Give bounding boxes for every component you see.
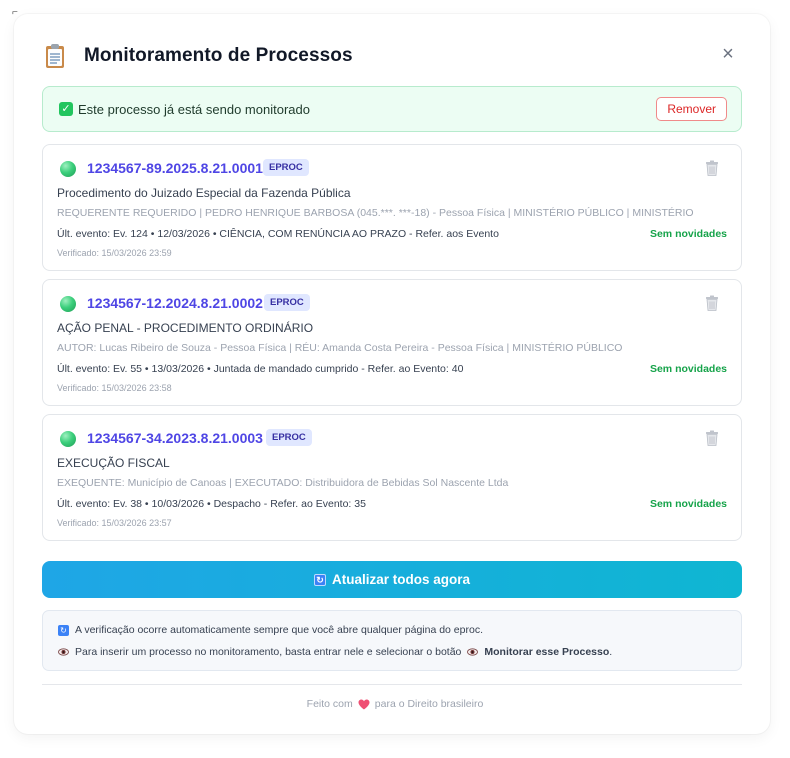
verified-timestamp: Verificado: 15/03/2026 23:59 [57,248,172,258]
info-howto-suffix: . [609,646,613,658]
info-box: ↻ A verificação ocorre automaticamente s… [42,610,742,671]
info-howto-text: Para inserir um processo no monitorament… [75,646,462,658]
last-event: Últ. evento: Ev. 38 • 10/03/2026 • Despa… [57,498,366,510]
banner-text: Este processo já está sendo monitorado [78,101,310,117]
system-badge: EPROC [266,429,312,446]
system-badge: EPROC [263,159,309,176]
footer: Feito com para o Direito brasileiro [0,698,790,710]
process-card: 1234567-34.2023.8.21.0003 EPROC EXECUÇÃO… [42,414,742,541]
check-icon: ✓ [59,102,73,116]
footer-prefix: Feito com [306,698,353,710]
process-card: 1234567-89.2025.8.21.0001 EPROC Procedim… [42,144,742,271]
process-parties: REQUERENTE REQUERIDO | PEDRO HENRIQUE BA… [57,207,697,219]
last-event: Últ. evento: Ev. 55 • 13/03/2026 • Junta… [57,363,464,375]
process-class: Procedimento do Juizado Especial da Faze… [57,186,351,200]
clipboard-icon [44,43,66,69]
footer-divider [42,684,742,685]
last-event: Últ. evento: Ev. 124 • 12/03/2026 • CIÊN… [57,228,499,240]
remove-button[interactable]: Remover [656,97,727,121]
trash-icon[interactable] [703,294,721,312]
eye-icon [467,648,479,656]
panel-header: Monitoramento de Processos × [44,40,746,72]
heart-icon [358,699,370,709]
eye-icon [58,648,69,656]
status-dot-icon [60,161,76,177]
info-row-howto: Para inserir um processo no monitorament… [58,646,612,658]
close-button[interactable]: × [718,42,738,66]
status-label: Sem novidades [649,363,727,375]
process-parties: EXEQUENTE: Município de Canoas | EXECUTA… [57,477,509,489]
monitored-banner: ✓ Este processo já está sendo monitorado… [42,86,742,132]
process-card: 1234567-12.2024.8.21.0002 EPROC AÇÃO PEN… [42,279,742,406]
footer-suffix: para o Direito brasileiro [374,698,484,710]
trash-icon[interactable] [703,429,721,447]
verified-timestamp: Verificado: 15/03/2026 23:58 [57,383,172,393]
process-number-link[interactable]: 1234567-34.2023.8.21.0003 [87,430,263,446]
update-all-label: Atualizar todos agora [331,572,471,587]
process-class: EXECUÇÃO FISCAL [57,456,170,470]
info-row-auto: ↻ A verificação ocorre automaticamente s… [58,624,483,636]
trash-icon[interactable] [703,159,721,177]
process-number-link[interactable]: 1234567-12.2024.8.21.0002 [87,295,263,311]
monitor-button-reference: Monitorar esse Processo [484,646,610,658]
refresh-icon: ↻ [58,624,69,636]
process-class: AÇÃO PENAL - PROCEDIMENTO ORDINÁRIO [57,321,314,335]
update-all-button[interactable]: ↻ Atualizar todos agora [42,561,742,598]
status-label: Sem novidades [649,498,727,510]
system-badge: EPROC [264,294,310,311]
status-dot-icon [60,296,76,312]
window-corner-mark: ⌐ [12,7,18,18]
verified-timestamp: Verificado: 15/03/2026 23:57 [57,518,172,528]
process-parties: AUTOR: Lucas Ribeiro de Souza - Pessoa F… [57,342,623,354]
info-auto-text: A verificação ocorre automaticamente sem… [75,624,483,636]
refresh-icon: ↻ [313,573,326,586]
page-title: Monitoramento de Processos [84,45,353,66]
status-dot-icon [60,431,76,447]
process-number-link[interactable]: 1234567-89.2025.8.21.0001 [87,160,263,176]
status-label: Sem novidades [649,228,727,240]
